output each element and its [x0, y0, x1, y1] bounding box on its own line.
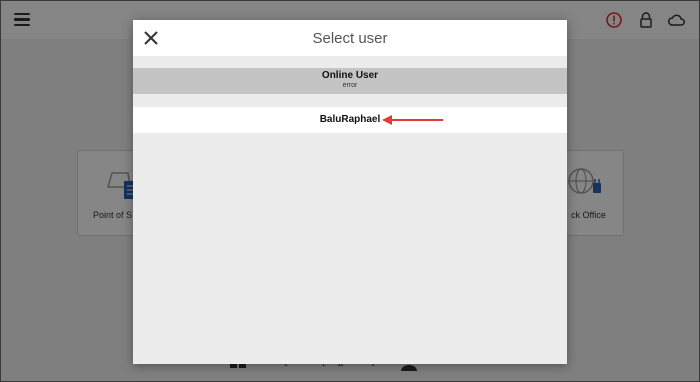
group-status: error — [342, 82, 358, 89]
user-group-header: Online User error — [133, 68, 567, 94]
group-title: Online User — [321, 70, 379, 81]
left-arrow-icon — [382, 115, 443, 125]
select-user-dialog: Select user Online User error BaluRaphae… — [133, 20, 567, 364]
dialog-header: Select user — [133, 20, 567, 56]
user-name: BaluRaphael — [319, 114, 381, 125]
user-list-item[interactable]: BaluRaphael — [133, 107, 567, 133]
dialog-title: Select user — [312, 30, 388, 47]
